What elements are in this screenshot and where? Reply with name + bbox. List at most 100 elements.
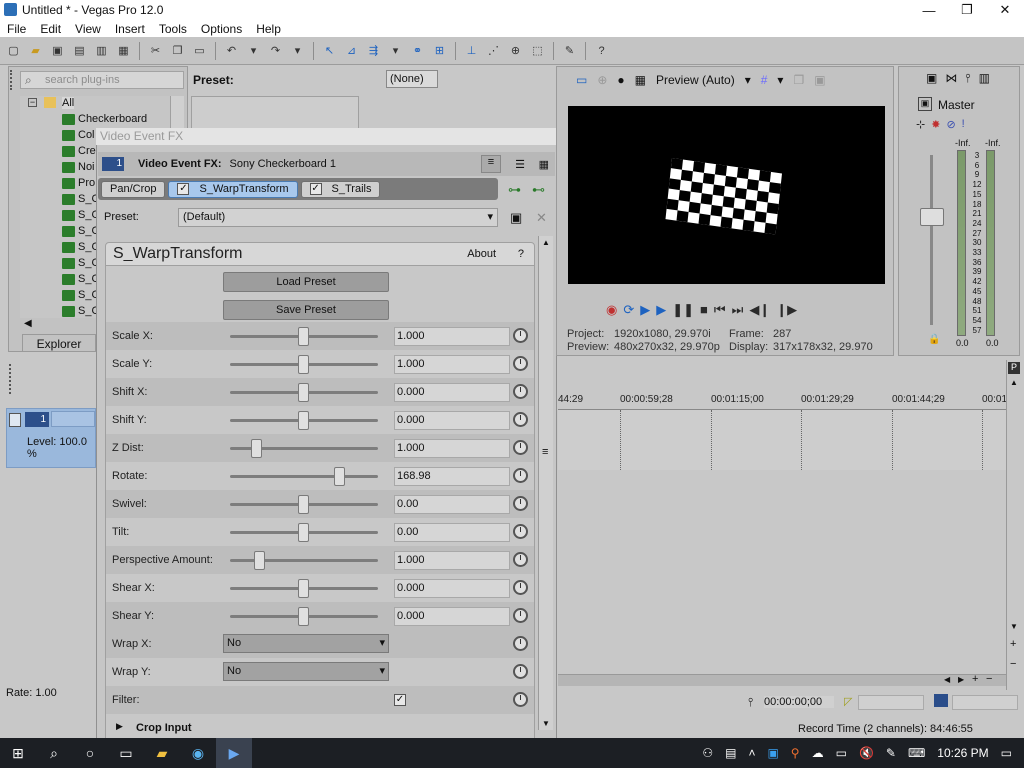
plugin-item[interactable]: S_C (62, 193, 99, 205)
search-icon[interactable]: ⌕ (36, 738, 72, 768)
zoom-in-icon[interactable]: + (1010, 638, 1016, 650)
undo-dropdown-icon[interactable]: ▾ (244, 41, 263, 60)
timeline-grip[interactable] (9, 364, 12, 394)
zoom-tool-icon[interactable]: ⊕ (506, 41, 525, 60)
timecode-display[interactable]: 00:00:00;00 (764, 696, 834, 708)
lock-envelopes-icon[interactable]: ⚭ (408, 41, 427, 60)
slider-thumb[interactable] (250, 439, 262, 458)
param-slider[interactable] (230, 383, 378, 402)
open-folder-icon[interactable]: ▰ (26, 41, 45, 60)
grid-overlay-icon[interactable]: # (761, 73, 768, 87)
scroll-down-arrow-icon[interactable]: ▼ (542, 719, 550, 728)
param-value-field[interactable]: 0.000 (394, 607, 510, 626)
selection-length-field[interactable] (952, 695, 1018, 710)
slider-thumb[interactable] (298, 495, 309, 514)
plugin-item[interactable]: S_C (62, 289, 99, 301)
play-from-start-icon[interactable]: ▶ (640, 302, 650, 318)
scroll-up-arrow-icon[interactable]: ▲ (1010, 378, 1018, 387)
zoom-out-icon[interactable]: − (1010, 658, 1016, 670)
param-slider[interactable] (230, 439, 378, 458)
vegas-taskbar-icon[interactable]: ▶ (216, 738, 252, 768)
save-preset-button[interactable]: Save Preset (223, 300, 389, 320)
search-plugins-input[interactable]: search plug-ins (20, 71, 184, 89)
normal-edit-tool-icon[interactable]: ↖ (320, 41, 339, 60)
pen-icon[interactable]: ✎ (880, 746, 902, 760)
menu-help[interactable]: Help (249, 22, 288, 36)
scroll-grip-icon[interactable]: ≡ (542, 446, 548, 458)
timeline-vscroll[interactable]: P ▲ ▼ + − (1006, 360, 1020, 690)
filter-checkbox[interactable]: ✓ (394, 694, 406, 706)
chevron-up-icon[interactable]: ˄ (742, 746, 761, 760)
stop-icon[interactable]: ■ (700, 302, 708, 318)
save-icon[interactable]: ▣ (48, 41, 67, 60)
param-slider[interactable] (230, 579, 378, 598)
help-button[interactable]: ? (518, 248, 524, 260)
file-explorer-icon[interactable]: ▰ (144, 738, 180, 768)
param-slider[interactable] (230, 607, 378, 626)
app-tray-icon[interactable]: ▣ (761, 746, 784, 760)
loop-icon[interactable]: ⟳ (623, 302, 634, 318)
save-snapshot-icon[interactable]: ▣ (814, 73, 825, 87)
copy-icon[interactable]: ❐ (168, 41, 187, 60)
param-value-field[interactable]: 0.000 (394, 579, 510, 598)
auto-ripple-icon[interactable]: ⇶ (364, 41, 383, 60)
slider-thumb[interactable] (333, 467, 345, 486)
prev-frame-icon[interactable]: ◀❙ (749, 302, 770, 318)
chain-trails-button[interactable]: ✓ S_Trails (300, 180, 381, 198)
about-button[interactable]: About (467, 248, 496, 260)
keyframe-clock-icon[interactable] (513, 384, 528, 399)
envelope-tool-icon[interactable]: ⊿ (342, 41, 361, 60)
scroll-down-arrow-icon[interactable]: ▼ (1010, 622, 1018, 631)
slider-thumb[interactable] (298, 523, 309, 542)
save-preset-icon[interactable]: ▣ (510, 210, 522, 226)
minimize-button[interactable]: — (910, 0, 948, 20)
param-value-field[interactable]: 168.98 (394, 467, 510, 486)
go-to-end-icon[interactable]: ⏭ (732, 302, 744, 318)
zoom-out-icon[interactable]: − (986, 673, 992, 685)
play-icon[interactable]: ▶ (656, 302, 666, 318)
keyframe-clock-icon[interactable] (513, 412, 528, 427)
view-grid-icon[interactable]: ▦ (539, 158, 549, 171)
checker-icon[interactable]: ▦ (635, 73, 646, 87)
downmix-icon[interactable]: ⋈ (945, 71, 957, 86)
keyframe-clock-icon[interactable] (513, 328, 528, 343)
keyboard-icon[interactable]: ▤ (719, 746, 742, 760)
slider-thumb[interactable] (253, 551, 265, 570)
param-value-field[interactable]: 1.000 (394, 551, 510, 570)
plugin-item[interactable]: Col (62, 129, 95, 141)
go-to-start-icon[interactable]: ⏮ (714, 302, 726, 318)
render-icon[interactable]: ▥ (92, 41, 111, 60)
selection-tool-icon[interactable]: ⋰ (484, 41, 503, 60)
menu-options[interactable]: Options (194, 22, 249, 36)
load-preset-button[interactable]: Load Preset (223, 272, 389, 292)
paste-icon[interactable]: ▭ (190, 41, 209, 60)
param-slider[interactable] (230, 355, 378, 374)
slider-thumb[interactable] (298, 327, 309, 346)
fx-chain-icon[interactable]: ⊹ (916, 118, 925, 131)
snapping-icon[interactable]: ⊥ (462, 41, 481, 60)
cortana-icon[interactable]: ○ (72, 738, 108, 768)
notifications-icon[interactable]: ▭ (995, 746, 1018, 760)
master-fader-handle[interactable] (920, 208, 944, 226)
cloud-icon[interactable]: ☁ (806, 746, 830, 760)
track-collapse-icon[interactable] (9, 413, 21, 427)
keyframe-clock-icon[interactable] (513, 468, 528, 483)
enable-checkbox[interactable]: ✓ (309, 183, 322, 195)
preview-mode-dropdown[interactable]: Preview (Auto) (656, 73, 735, 87)
tree-root-all[interactable]: All (62, 97, 75, 109)
keyframe-clock-icon[interactable] (513, 580, 528, 595)
fx-preset-dropdown[interactable]: (Default) ▾ (178, 208, 498, 227)
properties-icon[interactable]: ▦ (114, 41, 133, 60)
ignore-grouping-icon[interactable]: ⊞ (430, 41, 449, 60)
ripple-dropdown-icon[interactable]: ▾ (386, 41, 405, 60)
plugin-item[interactable]: S_C (62, 209, 99, 221)
keyframe-clock-icon[interactable] (513, 636, 528, 651)
param-slider[interactable] (230, 467, 378, 486)
param-value-field[interactable]: 0.00 (394, 523, 510, 542)
plugin-item[interactable]: Noi (62, 161, 95, 173)
slider-thumb[interactable] (298, 411, 309, 430)
scroll-left-arrow-icon[interactable]: ◀ (944, 675, 950, 684)
timeline-hscroll[interactable]: ◀ ▶ + − (558, 673, 1006, 686)
volume-muted-icon[interactable]: 🔇 (853, 746, 880, 760)
param-slider[interactable] (230, 327, 378, 346)
